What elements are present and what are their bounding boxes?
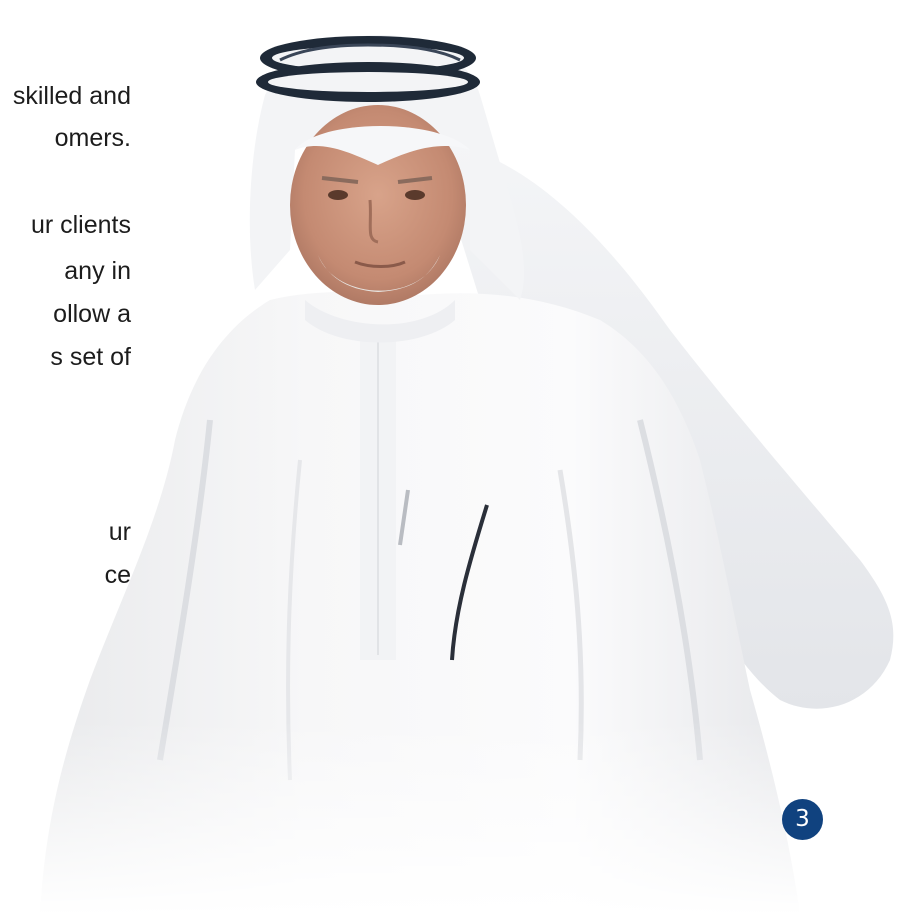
page-number-badge: 3 [782, 799, 823, 840]
brochure-page: skilled and omers. ur clients any in oll… [0, 0, 899, 915]
portrait-photo [0, 35, 899, 915]
